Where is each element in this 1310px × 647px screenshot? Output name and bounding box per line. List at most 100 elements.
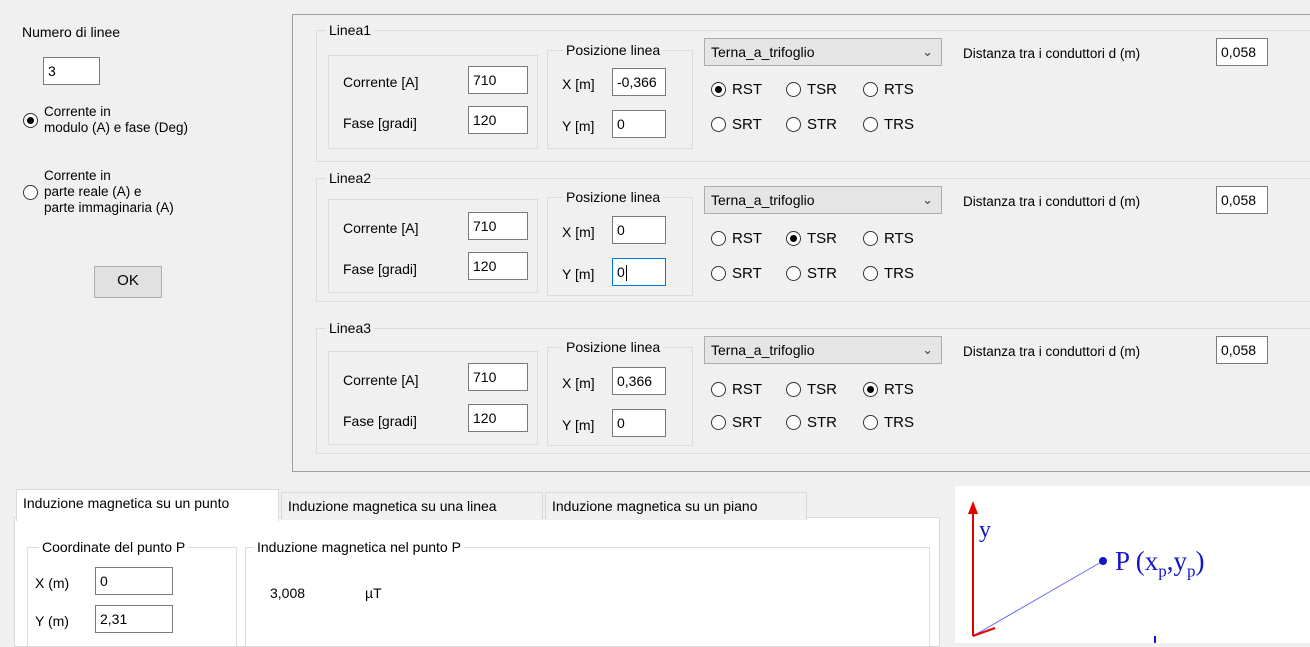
linea3-fase-input[interactable]: 120 [468, 404, 528, 432]
linea2-combo-value: Terna_a_trifoglio [711, 192, 815, 208]
linea2-x-label: X [m] [562, 224, 595, 240]
radio-dot[interactable] [863, 415, 878, 430]
radio-dot[interactable] [863, 117, 878, 132]
linea3-configurazione-combo[interactable]: Terna_a_trifoglio ⌄ [704, 336, 942, 364]
chevron-down-icon[interactable]: ⌄ [922, 191, 933, 209]
linea3-radio-srt[interactable]: SRT [711, 414, 762, 431]
linea1-corrente-input[interactable]: 710 [468, 66, 528, 94]
radio-modulo-fase-dot[interactable] [23, 112, 38, 128]
linea3-y-label: Y [m] [562, 417, 595, 433]
linea3-radio-str[interactable]: STR [786, 414, 837, 431]
linea2-corrente-label: Corrente [A] [343, 220, 419, 236]
linea3-combo-value: Terna_a_trifoglio [711, 342, 815, 358]
radio-dot[interactable] [711, 266, 726, 281]
tab-piano[interactable]: Induzione magnetica su un piano [545, 492, 807, 520]
linea1-radio-str[interactable]: STR [786, 116, 837, 133]
linea2-y-label: Y [m] [562, 266, 595, 282]
tab-linea[interactable]: Induzione magnetica su una linea [281, 492, 543, 520]
radio-dot[interactable] [711, 382, 726, 397]
linea2-x-input[interactable]: 0 [612, 216, 666, 244]
linea1-x-label: X [m] [562, 76, 595, 92]
linea2-distanza-input[interactable]: 0,058 [1216, 186, 1268, 214]
chevron-down-icon[interactable]: ⌄ [922, 341, 933, 359]
radio-label: RTS [884, 381, 914, 398]
linea2-radio-rst[interactable]: RST [711, 230, 762, 247]
linea3-radio-rst[interactable]: RST [711, 381, 762, 398]
numero-linee-label: Numero di linee [22, 24, 121, 40]
linea1-title: Linea1 [326, 22, 375, 38]
radio-modulo-line1: Corrente in [44, 104, 111, 119]
radio-dot[interactable] [786, 382, 801, 397]
induzione-punto-title: Induzione magnetica nel punto P [254, 539, 464, 555]
punto-y-input[interactable]: 2,31 [95, 605, 173, 633]
induzione-result-unit: µT [365, 585, 382, 601]
radio-label: RST [732, 230, 762, 247]
numero-linee-input[interactable]: 3 [43, 57, 100, 85]
punto-x-input[interactable]: 0 [95, 567, 173, 595]
linea2-y-input[interactable]: 0 [612, 258, 666, 286]
linea3-y-input[interactable]: 0 [612, 409, 666, 437]
linea3-fase-label: Fase [gradi] [343, 413, 417, 429]
linea2-y-value: 0 [617, 264, 625, 280]
radio-dot[interactable] [711, 231, 726, 246]
linea3-radio-rts[interactable]: RTS [863, 381, 914, 398]
linea1-radio-trs[interactable]: TRS [863, 116, 914, 133]
linea2-radio-rts[interactable]: RTS [863, 230, 914, 247]
radio-dot[interactable] [786, 117, 801, 132]
linea1-x-input[interactable]: -0,366 [612, 68, 666, 96]
radio-dot[interactable] [711, 117, 726, 132]
radio-dot[interactable] [711, 415, 726, 430]
point-p-label-part1: P (x [1115, 546, 1159, 576]
linea3-radio-trs[interactable]: TRS [863, 414, 914, 431]
radio-label: RTS [884, 230, 914, 247]
linea1-fase-input[interactable]: 120 [468, 106, 528, 134]
radio-label: SRT [732, 414, 762, 431]
punto-x-label: X (m) [35, 575, 70, 591]
radio-label: TRS [884, 414, 914, 431]
linea2-radio-tsr[interactable]: TSR [786, 230, 837, 247]
linea3-title: Linea3 [326, 320, 375, 336]
linea1-distanza-label: Distanza tra i conduttori d (m) [963, 46, 1141, 61]
linea1-radio-srt[interactable]: SRT [711, 116, 762, 133]
radio-modulo-fase[interactable]: Corrente in modulo (A) e fase (Deg) [23, 104, 188, 136]
linea3-x-input[interactable]: 0,366 [612, 367, 666, 395]
linea2-corrente-input[interactable]: 710 [468, 212, 528, 240]
linea1-radio-rts[interactable]: RTS [863, 81, 914, 98]
radio-parte-reale-dot[interactable] [23, 185, 38, 200]
linea1-radio-rst[interactable]: RST [711, 81, 762, 98]
radio-dot[interactable] [863, 231, 878, 246]
linea2-distanza-label: Distanza tra i conduttori d (m) [963, 194, 1141, 209]
linea1-y-input[interactable]: 0 [612, 110, 666, 138]
radio-reale-line2: parte reale (A) e [44, 184, 142, 199]
radio-dot[interactable] [863, 266, 878, 281]
radio-dot[interactable] [863, 82, 878, 97]
radio-label: TSR [807, 381, 837, 398]
linea1-distanza-input[interactable]: 0,058 [1216, 38, 1268, 66]
radio-dot[interactable] [863, 382, 878, 397]
linea2-radio-srt[interactable]: SRT [711, 265, 762, 282]
linea3-corrente-input[interactable]: 710 [468, 363, 528, 391]
linea3-distanza-input[interactable]: 0,058 [1216, 336, 1268, 364]
linea2-configurazione-combo[interactable]: Terna_a_trifoglio ⌄ [704, 186, 942, 214]
radio-dot[interactable] [711, 82, 726, 97]
linea3-radio-tsr[interactable]: TSR [786, 381, 837, 398]
radio-label: STR [807, 414, 837, 431]
linea2-radio-trs[interactable]: TRS [863, 265, 914, 282]
tab-punto[interactable]: Induzione magnetica su un punto [16, 489, 279, 521]
linea1-radio-tsr[interactable]: TSR [786, 81, 837, 98]
point-p-sub-x: p [1158, 561, 1167, 581]
radio-dot[interactable] [786, 266, 801, 281]
radio-dot[interactable] [786, 415, 801, 430]
chevron-down-icon[interactable]: ⌄ [922, 43, 933, 61]
radio-dot[interactable] [786, 82, 801, 97]
radio-label: STR [807, 265, 837, 282]
radio-parte-reale[interactable]: Corrente in parte reale (A) e parte imma… [23, 168, 174, 216]
linea1-configurazione-combo[interactable]: Terna_a_trifoglio ⌄ [704, 38, 942, 66]
radio-label: TSR [807, 230, 837, 247]
linea2-posizione-title: Posizione linea [563, 189, 664, 205]
linea2-title: Linea2 [326, 170, 375, 186]
linea2-fase-input[interactable]: 120 [468, 252, 528, 280]
ok-button[interactable]: OK [94, 266, 162, 298]
linea2-radio-str[interactable]: STR [786, 265, 837, 282]
radio-dot[interactable] [786, 231, 801, 246]
